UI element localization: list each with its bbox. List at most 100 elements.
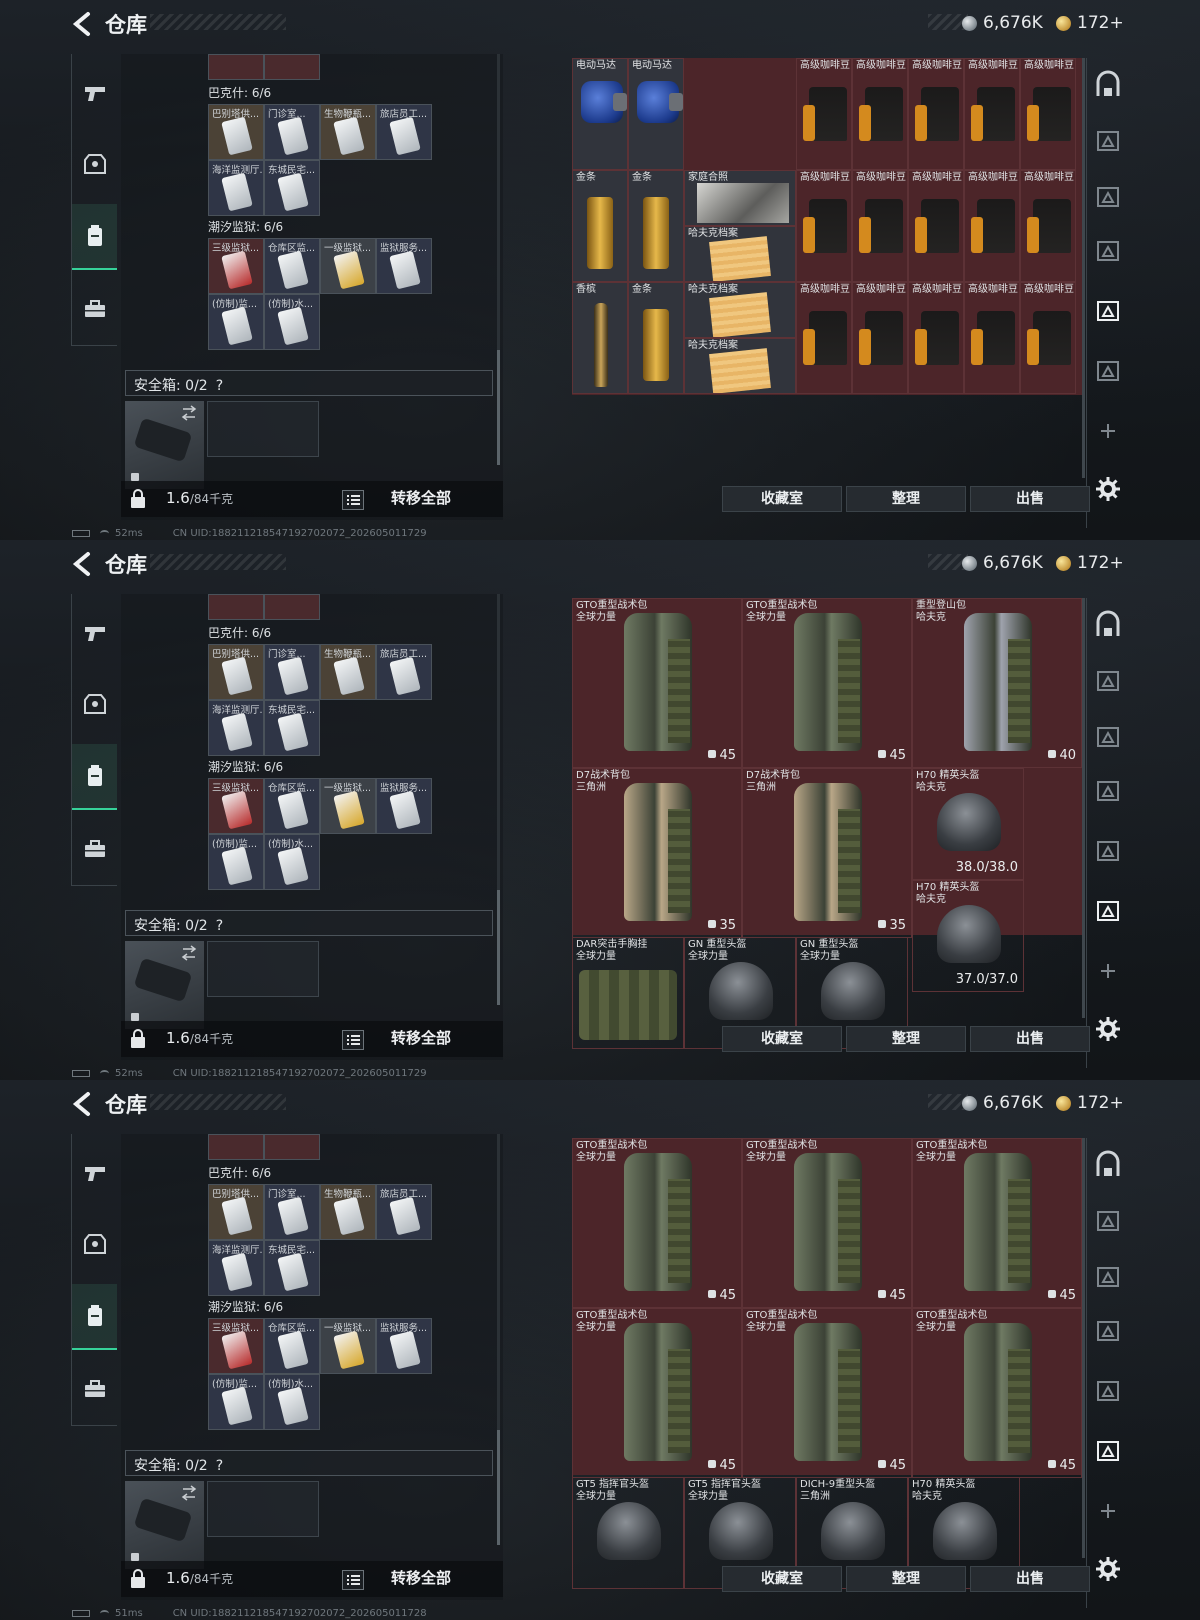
storage-cell-partial[interactable] xyxy=(264,54,320,80)
keycard-cell[interactable]: (仿制)水... xyxy=(264,1374,320,1430)
safe-help-icon[interactable]: ? xyxy=(216,918,223,934)
keycard-cell[interactable]: 监狱服务... xyxy=(376,238,432,294)
keycard-cell[interactable]: 门诊室... xyxy=(264,1184,320,1240)
keycard-cell[interactable]: 三级监狱... xyxy=(208,238,264,294)
warehouse-tab-4[interactable] xyxy=(1093,776,1123,806)
backpack-item[interactable]: 重型登山包 哈夫克 40 xyxy=(912,598,1082,768)
settings-button[interactable] xyxy=(1093,1014,1123,1044)
safe-slot-empty[interactable] xyxy=(207,941,319,997)
warehouse-tab-6[interactable] xyxy=(1093,1436,1123,1466)
collection-room-button[interactable]: 收藏室 xyxy=(722,1566,842,1592)
lock-button[interactable] xyxy=(129,1029,147,1049)
coffee-beans-item[interactable]: 高级咖啡豆 xyxy=(852,170,908,282)
nav-equipment[interactable] xyxy=(72,672,117,738)
nav-weapons[interactable] xyxy=(72,1140,117,1206)
sort-button[interactable]: 整理 xyxy=(846,1026,966,1052)
haavk-file-item[interactable]: 哈夫克档案 xyxy=(684,282,796,338)
backpack-item[interactable]: GTO重型战术包 全球力量 45 xyxy=(572,598,742,768)
storage-scrollbar-thumb[interactable] xyxy=(497,1430,500,1545)
warehouse-tab-5[interactable] xyxy=(1093,1376,1123,1406)
keycard-cell[interactable]: 东城民宅... xyxy=(264,700,320,756)
warehouse-tab-4[interactable] xyxy=(1093,1316,1123,1346)
lock-button[interactable] xyxy=(129,1569,147,1589)
haavk-file-item[interactable]: 哈夫克档案 xyxy=(684,226,796,282)
coffee-beans-item[interactable]: 高级咖啡豆 xyxy=(1020,58,1076,170)
coffee-beans-item[interactable]: 高级咖啡豆 xyxy=(964,170,1020,282)
warehouse-tab-3[interactable] xyxy=(1093,182,1123,212)
keycard-cell[interactable]: 门诊室... xyxy=(264,104,320,160)
keycard-cell[interactable]: (仿制)水... xyxy=(264,294,320,350)
coffee-beans-item[interactable]: 高级咖啡豆 xyxy=(908,58,964,170)
gold-bar-item[interactable]: 金条 xyxy=(628,170,684,282)
warehouse-grid[interactable]: GTO重型战术包 全球力量 45 GTO重型战术包 全球力量 45 重型登山包 哈夫克 40 D7… xyxy=(572,598,1082,1049)
backpack-item[interactable]: D7战术背包 三角洲 35 xyxy=(742,768,912,938)
keycard-cell[interactable]: 旅店员工... xyxy=(376,1184,432,1240)
keycard-cell[interactable]: 三级监狱... xyxy=(208,1318,264,1374)
keycard-cell[interactable]: 巴别塔供... xyxy=(208,644,264,700)
keycard-cell[interactable]: 一级监狱... xyxy=(320,1318,376,1374)
helmet-item[interactable]: H70 精英头盔 哈夫克 38.0/38.0 xyxy=(912,768,1024,880)
warehouse-tab-5[interactable] xyxy=(1093,296,1123,326)
warehouse-tab-6[interactable] xyxy=(1093,896,1123,926)
warehouse-tab-3[interactable] xyxy=(1093,722,1123,752)
keycard-cell[interactable]: 生物鞭瓶... xyxy=(320,1184,376,1240)
transfer-all-button[interactable]: 转移全部 xyxy=(391,487,483,508)
coffee-beans-item[interactable]: 高级咖啡豆 xyxy=(908,170,964,282)
safe-box-item[interactable] xyxy=(125,941,204,1029)
safe-slot-empty[interactable] xyxy=(207,1481,319,1537)
sell-button[interactable]: 出售 xyxy=(970,486,1090,512)
keycard-cell[interactable]: (仿制)监... xyxy=(208,294,264,350)
keycard-cell[interactable]: 监狱服务... xyxy=(376,1318,432,1374)
safe-help-icon[interactable]: ? xyxy=(216,1458,223,1474)
keycard-cell[interactable]: 海洋监测厅... xyxy=(208,160,264,216)
champagne-item[interactable]: 香槟 xyxy=(572,282,628,394)
keycard-cell[interactable]: (仿制)监... xyxy=(208,834,264,890)
transfer-all-button[interactable]: 转移全部 xyxy=(391,1567,483,1588)
keycard-cell[interactable]: 巴别塔供... xyxy=(208,104,264,160)
safe-box-item[interactable] xyxy=(125,1481,204,1569)
storage-cell-partial[interactable] xyxy=(264,594,320,620)
coffee-beans-item[interactable]: 高级咖啡豆 xyxy=(964,282,1020,394)
nav-storage[interactable] xyxy=(72,1284,117,1350)
coffee-beans-item[interactable]: 高级咖啡豆 xyxy=(796,282,852,394)
nav-toolbox[interactable] xyxy=(72,816,117,882)
keycard-cell[interactable]: 东城民宅... xyxy=(264,1240,320,1296)
back-button[interactable] xyxy=(70,550,96,578)
list-view-button[interactable] xyxy=(342,1570,364,1590)
keycard-cell[interactable]: 门诊室... xyxy=(264,644,320,700)
backpack-item[interactable]: D7战术背包 三角洲 35 xyxy=(572,768,742,938)
collection-room-button[interactable]: 收藏室 xyxy=(722,486,842,512)
add-tab-button[interactable] xyxy=(1093,956,1123,986)
coffee-beans-item[interactable]: 高级咖啡豆 xyxy=(1020,170,1076,282)
chest-rig-item[interactable]: DAR突击手胸挂 全球力量 xyxy=(572,937,684,1049)
coffee-beans-item[interactable]: 高级咖啡豆 xyxy=(852,282,908,394)
warehouse-grid[interactable]: GTO重型战术包 全球力量 45 GTO重型战术包 全球力量 45 GTO重型战术包 全球力量… xyxy=(572,1138,1082,1589)
warehouse-tab-1[interactable] xyxy=(1093,1150,1123,1180)
transfer-all-button[interactable]: 转移全部 xyxy=(391,1027,483,1048)
sell-button[interactable]: 出售 xyxy=(970,1566,1090,1592)
keycard-cell[interactable]: 仓库区监... xyxy=(264,238,320,294)
nav-storage[interactable] xyxy=(72,204,117,270)
storage-cell-partial[interactable] xyxy=(208,54,264,80)
backpack-item[interactable]: GTO重型战术包 全球力量 45 xyxy=(742,598,912,768)
nav-weapons[interactable] xyxy=(72,600,117,666)
list-view-button[interactable] xyxy=(342,490,364,510)
backpack-item[interactable]: GTO重型战术包 全球力量 45 xyxy=(572,1308,742,1478)
storage-scrollbar-thumb[interactable] xyxy=(497,890,500,1005)
safe-box-item[interactable] xyxy=(125,401,204,489)
coffee-beans-item[interactable]: 高级咖啡豆 xyxy=(1020,282,1076,394)
backpack-item[interactable]: GTO重型战术包 全球力量 45 xyxy=(912,1308,1082,1478)
keycard-cell[interactable]: 海洋监测厅... xyxy=(208,700,264,756)
nav-storage[interactable] xyxy=(72,744,117,810)
keycard-cell[interactable]: 东城民宅... xyxy=(264,160,320,216)
helmet-item[interactable]: H70 精英头盔 哈夫克 37.0/37.0 xyxy=(912,880,1024,992)
electric-motor-item[interactable]: 电动马达 xyxy=(572,58,628,170)
electric-motor-item[interactable]: 电动马达 xyxy=(628,58,684,170)
family-photo-item[interactable]: 家庭合照 xyxy=(684,170,796,226)
back-button[interactable] xyxy=(70,1090,96,1118)
back-button[interactable] xyxy=(70,10,96,38)
keycard-cell[interactable]: 旅店员工... xyxy=(376,644,432,700)
warehouse-tab-4[interactable] xyxy=(1093,236,1123,266)
keycard-cell[interactable]: 巴别塔供... xyxy=(208,1184,264,1240)
sort-button[interactable]: 整理 xyxy=(846,1566,966,1592)
